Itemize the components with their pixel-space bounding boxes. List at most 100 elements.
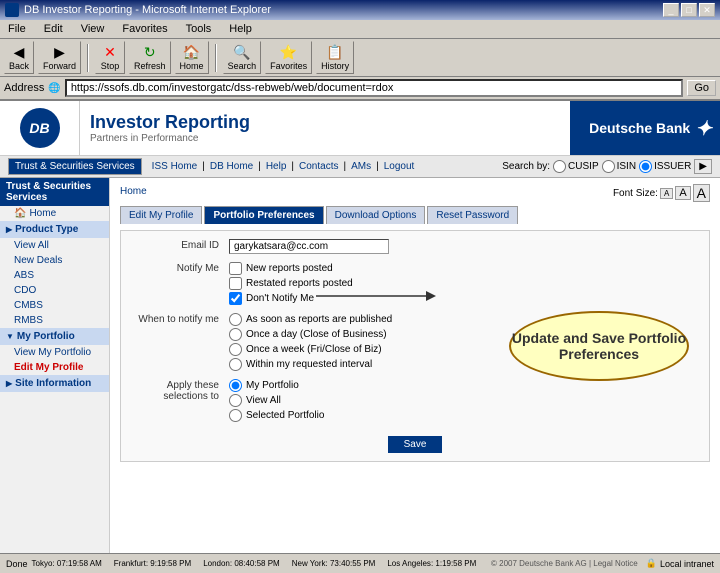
sidebar-product-type[interactable]: ▶ Product Type [0,221,109,238]
bank-logo-icon: ✦ [695,116,712,141]
font-size-label: Font Size: [613,188,658,199]
search-area: Search by: CUSIP ISIN ISSUER ▶ [502,159,712,174]
apply-view-all[interactable]: View All [229,394,701,407]
menu-favorites[interactable]: Favorites [118,22,171,36]
sidebar-cdo[interactable]: CDO [0,283,109,298]
top-navigation: Trust & Securities Services ISS Home | D… [0,156,720,178]
tab-portfolio-preferences[interactable]: Portfolio Preferences [204,206,323,224]
db-logo: DB [20,108,60,148]
email-label: Email ID [129,239,219,251]
stop-button[interactable]: ✕ Stop [95,41,125,74]
menu-help[interactable]: Help [225,22,256,36]
sidebar-edit-profile[interactable]: Edit My Profile [0,360,109,375]
save-button[interactable]: Save [388,436,443,453]
notify-label: Notify Me [129,262,219,274]
city-times: Tokyo: 07:19:58 AM Frankfurt: 9:19:58 PM… [32,559,477,568]
sidebar-site-info[interactable]: ▶ Site Information [0,375,109,392]
apply-my-portfolio[interactable]: My Portfolio [229,379,701,392]
refresh-button[interactable]: ↻ Refresh [129,41,171,74]
sidebar-new-deals[interactable]: New Deals [0,253,109,268]
app-subtitle: Partners in Performance [90,133,560,144]
breadcrumb-home-link[interactable]: Home [120,186,147,197]
form-section: Update and Save Portfolio Preferences Em… [120,230,710,462]
email-input[interactable] [229,239,389,254]
sidebar-abs[interactable]: ABS [0,268,109,283]
app-header: DB Investor Reporting Partners in Perfor… [0,101,720,156]
nav-db-home[interactable]: DB Home [210,161,253,172]
copyright-text: © 2007 Deutsche Bank AG | Legal Notice [491,559,638,568]
menu-tools[interactable]: Tools [182,22,216,36]
toolbar-separator-2 [215,44,217,72]
address-bar: Address 🌐 Go [0,77,720,101]
minimize-button[interactable]: _ [663,3,679,17]
when-notify-label: When to notify me [129,313,219,325]
sidebar-home[interactable]: 🏠 Home [0,206,109,221]
callout-oval: Update and Save Portfolio Preferences [509,311,689,381]
menu-file[interactable]: File [4,22,30,36]
font-medium-button[interactable]: A [675,186,690,200]
nav-ams[interactable]: AMs [351,161,371,172]
notify-restated-reports[interactable]: Restated reports posted [229,277,701,290]
search-cusip-option[interactable]: CUSIP [553,160,599,173]
toolbar-separator [87,44,89,72]
go-button[interactable]: Go [687,80,716,96]
frankfurt-time: Frankfurt: 9:19:58 PM [114,559,191,568]
notify-dont-notify[interactable]: Don't Notify Me [229,292,701,305]
apply-label: Apply these selections to [129,379,219,402]
search-icon[interactable]: ▶ [694,159,712,174]
zone-label: Local intranet [660,559,714,569]
tab-download-options[interactable]: Download Options [326,206,426,224]
content-area: Home Font Size: A A A Edit My Profile Po… [110,178,720,553]
apply-options: My Portfolio View All Selected Portfolio [229,379,701,422]
back-button[interactable]: ◀ Back [4,41,34,74]
close-button[interactable]: ✕ [699,3,715,17]
favorites-button[interactable]: ⭐ Favorites [265,41,312,74]
status-bar: Done Tokyo: 07:19:58 AM Frankfurt: 9:19:… [0,553,720,573]
tab-edit-profile[interactable]: Edit My Profile [120,206,202,224]
browser-toolbar: ◀ Back ▶ Forward ✕ Stop ↻ Refresh 🏠 Home… [0,39,720,77]
main-layout: Trust & Securities Services 🏠 Home ▶ Pro… [0,178,720,553]
sidebar-view-all[interactable]: View All [0,238,109,253]
home-button[interactable]: 🏠 Home [175,41,209,74]
trust-securities-tab[interactable]: Trust & Securities Services [8,158,142,175]
apply-selected-portfolio[interactable]: Selected Portfolio [229,409,701,422]
nav-help[interactable]: Help [266,161,287,172]
search-by-label: Search by: [502,161,550,172]
title-bar: DB Investor Reporting - Microsoft Intern… [0,0,720,20]
nav-contacts[interactable]: Contacts [299,161,338,172]
forward-button[interactable]: ▶ Forward [38,41,81,74]
search-isin-option[interactable]: ISIN [602,160,636,173]
browser-icon [5,3,19,17]
search-button[interactable]: 🔍 Search [223,41,262,74]
nav-logout[interactable]: Logout [384,161,415,172]
sidebar-my-portfolio[interactable]: ▼ My Portfolio [0,328,109,345]
notify-new-reports[interactable]: New reports posted [229,262,701,275]
search-issuer-option[interactable]: ISSUER [639,160,691,173]
losangeles-time: Los Angeles: 1:19:58 PM [387,559,476,568]
home-icon: 🏠 [14,208,26,219]
font-small-button[interactable]: A [660,188,673,199]
font-size-controls: Font Size: A A A [613,184,710,202]
email-row: Email ID [129,239,701,254]
tab-bar: Edit My Profile Portfolio Preferences Do… [120,206,710,224]
nav-iss-home[interactable]: ISS Home [152,161,198,172]
london-time: London: 08:40:58 PM [203,559,280,568]
callout-arrow [316,276,436,316]
breadcrumb: Home [120,186,147,197]
sidebar-view-portfolio[interactable]: View My Portfolio [0,345,109,360]
tab-reset-password[interactable]: Reset Password [427,206,518,224]
security-icon: 🔒 [646,558,657,569]
font-large-button[interactable]: A [693,184,710,202]
history-button[interactable]: 📋 History [316,41,354,74]
menu-view[interactable]: View [77,22,109,36]
maximize-button[interactable]: □ [681,3,697,17]
address-input[interactable] [65,79,684,97]
menu-bar: File Edit View Favorites Tools Help [0,20,720,39]
site-expand-icon: ▶ [6,379,12,388]
expand-icon: ▶ [6,225,12,234]
sidebar-cmbs[interactable]: CMBS [0,298,109,313]
newyork-time: New York: 73:40:55 PM [292,559,376,568]
sidebar-rmbs[interactable]: RMBS [0,313,109,328]
header-title-section: Investor Reporting Partners in Performan… [80,101,570,155]
menu-edit[interactable]: Edit [40,22,67,36]
